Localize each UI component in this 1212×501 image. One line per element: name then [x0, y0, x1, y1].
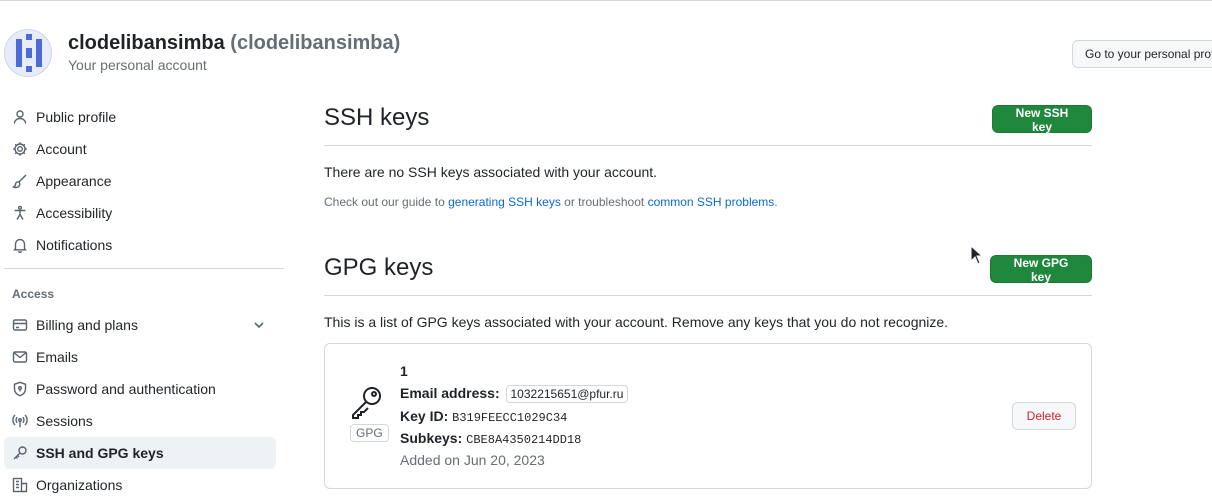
ssh-empty-text: There are no SSH keys associated with yo…	[324, 164, 658, 180]
sidebar-item-label: Public profile	[36, 109, 117, 125]
ssh-note-middle: or troubleshoot	[564, 195, 645, 209]
new-ssh-key-button[interactable]: New SSH key	[992, 105, 1092, 134]
sidebar-item-label: Accessibility	[36, 205, 113, 221]
paintbrush-icon	[12, 173, 28, 189]
credit-card-icon	[12, 317, 28, 333]
gpg-key-item: GPG 1 Email address: 1032215651@pfur.ru …	[324, 343, 1092, 489]
ssh-note-suffix: .	[774, 195, 778, 209]
mouse-cursor-icon	[970, 244, 984, 265]
ssh-keys-title: SSH keys	[324, 104, 430, 131]
top-border	[0, 0, 1212, 1]
gpg-description: This is a list of GPG keys associated wi…	[324, 314, 949, 330]
sidebar-item-label: Notifications	[36, 237, 113, 253]
shield-lock-icon	[12, 381, 28, 397]
bell-icon	[12, 237, 28, 253]
account-name[interactable]: clodelibansimba (clodelibansimba)	[68, 32, 400, 55]
key-id-value: B319FEECC1029C34	[452, 411, 568, 425]
sidebar-item-organizations[interactable]: Organizations	[4, 469, 276, 501]
subkeys-value: CBE8A4350214DD18	[466, 433, 582, 447]
gpg-key-title: 1	[400, 363, 408, 379]
common-ssh-problems-link[interactable]: common SSH problems	[648, 195, 775, 209]
delete-gpg-key-button[interactable]: Delete	[1012, 402, 1076, 430]
gpg-badge: GPG	[350, 424, 389, 442]
gpg-key-email-row: Email address: 1032215651@pfur.ru	[400, 385, 629, 403]
sidebar-heading-access: Access	[12, 287, 55, 301]
sidebar-item-label: Appearance	[36, 173, 112, 189]
key-icon	[12, 445, 28, 461]
generating-ssh-keys-link[interactable]: generating SSH keys	[448, 195, 561, 209]
avatar[interactable]	[4, 29, 52, 77]
organization-icon	[12, 477, 28, 493]
subkeys-label: Subkeys:	[400, 430, 463, 446]
person-icon	[12, 109, 28, 125]
sidebar-item-emails[interactable]: Emails	[4, 341, 276, 373]
gpg-key-id-row: Key ID: B319FEECC1029C34	[400, 408, 567, 425]
broadcast-icon	[12, 413, 28, 429]
go-to-profile-button[interactable]: Go to your personal profile	[1072, 40, 1212, 68]
sidebar-item-label: Sessions	[36, 413, 93, 429]
sidebar-item-sessions[interactable]: Sessions	[4, 405, 276, 437]
gpg-section-divider	[324, 295, 1092, 296]
ssh-help-note: Check out our guide to generating SSH ke…	[324, 195, 778, 209]
sidebar-item-label: SSH and GPG keys	[36, 445, 164, 461]
sidebar-item-accessibility[interactable]: Accessibility	[4, 197, 276, 229]
account-handle: (clodelibansimba)	[230, 32, 401, 54]
sidebar-item-appearance[interactable]: Appearance	[4, 165, 276, 197]
ssh-note-prefix: Check out our guide to	[324, 195, 445, 209]
sidebar-item-label: Emails	[36, 349, 79, 365]
sidebar-item-label: Account	[36, 141, 87, 157]
sidebar-item-label: Password and authentication	[36, 381, 216, 397]
sidebar-item-notifications[interactable]: Notifications	[4, 229, 276, 261]
gpg-keys-title: GPG keys	[324, 254, 434, 281]
accessibility-icon	[12, 205, 28, 221]
key-icon	[349, 384, 385, 420]
email-label: Email address:	[400, 385, 500, 401]
mail-icon	[12, 349, 28, 365]
gear-icon	[12, 141, 28, 157]
chevron-down-icon[interactable]	[252, 318, 266, 332]
sidebar-item-billing[interactable]: Billing and plans	[4, 309, 276, 341]
sidebar-item-account[interactable]: Account	[4, 133, 276, 165]
key-id-label: Key ID:	[400, 408, 449, 424]
sidebar-item-label: Organizations	[36, 477, 123, 493]
sidebar-item-label: Billing and plans	[36, 317, 138, 333]
email-value: 1032215651@pfur.ru	[505, 385, 629, 403]
new-gpg-key-button[interactable]: New GPG key	[990, 255, 1092, 284]
ssh-section-divider	[324, 145, 1092, 146]
sidebar-item-ssh-gpg-keys[interactable]: SSH and GPG keys	[4, 437, 276, 469]
sidebar-divider	[4, 268, 284, 269]
account-subtitle: Your personal account	[68, 57, 207, 73]
sidebar-item-public-profile[interactable]: Public profile	[4, 101, 276, 133]
gpg-key-added-date: Added on Jun 20, 2023	[400, 452, 545, 468]
account-username: clodelibansimba	[68, 32, 225, 54]
sidebar-item-password[interactable]: Password and authentication	[4, 373, 276, 405]
gpg-subkeys-row: Subkeys: CBE8A4350214DD18	[400, 430, 581, 447]
